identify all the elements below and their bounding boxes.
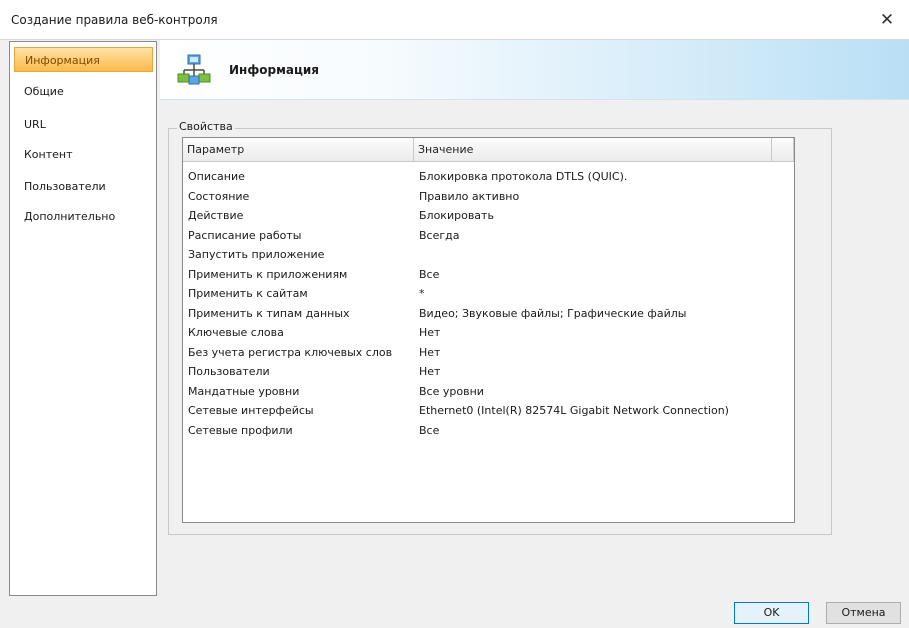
value-cell: Все уровни [419,384,484,398]
value-cell: Всегда [419,228,460,242]
value-cell: Нет [419,365,441,378]
dialog-footer: OK Отмена [0,602,909,628]
parameter-cell: Расписание работы [188,228,302,242]
sidebar-item-url[interactable]: URL [14,112,153,137]
column-header-parameter[interactable]: Параметр [183,138,414,161]
parameter-cell: Пользователи [188,365,270,378]
table-row[interactable]: Применить к приложениям Все [183,265,794,285]
parameter-cell: Без учета регистра ключевых слов [188,345,393,359]
table-row[interactable]: Применить к сайтам * [183,284,794,304]
column-divider [771,138,772,161]
parameter-cell: Сетевые интерфейсы [188,404,314,417]
value-cell: Нет [419,326,441,339]
close-icon[interactable]: ✕ [872,8,902,32]
dialog-body: Информация Общие URL Контент Пользовател… [0,40,909,602]
parameter-cell: Сетевые профили [188,423,293,437]
table-row[interactable]: Мандатные уровни Все уровни [183,382,794,402]
section-header: Информация [160,40,909,100]
ok-button[interactable]: OK [734,602,809,624]
table-header: Параметр Значение [183,138,794,162]
value-cell: * [419,287,425,300]
parameter-cell: Применить к сайтам [188,287,308,300]
parameter-cell: Ключевые слова [188,326,284,339]
sidebar-item-information[interactable]: Информация [14,47,153,72]
content-panel: Информация Свойства Параметр Значение Оп… [160,40,909,602]
sidebar: Информация Общие URL Контент Пользовател… [9,41,157,596]
table-row[interactable]: Пользователи Нет [183,362,794,382]
table-row[interactable]: Сетевые интерфейсы Ethernet0 (Intel(R) 82… [183,401,794,421]
title-bar: Создание правила веб-контроля ✕ [0,0,909,40]
value-cell [419,245,789,265]
properties-table[interactable]: Параметр Значение Описание Блокировка про… [182,137,795,523]
network-info-icon [177,54,211,85]
parameter-cell: Запустить приложение [188,248,325,261]
parameter-cell: Применить к типам данных [188,306,350,320]
value-cell: Все [419,423,440,437]
column-header-value[interactable]: Значение [414,138,794,161]
value-cell: Блокировка протокола DTLS (QUIC). [419,170,628,183]
table-row[interactable]: Действие Блокировать [183,206,794,226]
parameter-cell: Действие [188,209,244,222]
table-body: Описание Блокировка протокола DTLS (QUIC)… [183,167,794,440]
properties-group-label: Свойства [177,120,235,133]
value-cell: Ethernet0 (Intel(R) 82574L Gigabit Netwo… [419,404,729,417]
parameter-cell: Состояние [188,189,250,203]
table-row[interactable]: Запустить приложение [183,245,794,265]
value-cell: Видео; Звуковые файлы; Графические файлы [419,306,687,320]
table-row[interactable]: Расписание работы Всегда [183,226,794,246]
table-row[interactable]: Без учета регистра ключевых слов Нет [183,343,794,363]
section-title: Информация [229,63,319,77]
sidebar-item-users[interactable]: Пользователи [14,174,153,199]
window-title: Создание правила веб-контроля [11,13,218,27]
value-cell: Правило активно [419,189,520,203]
table-row[interactable]: Состояние Правило активно [183,187,794,207]
sidebar-item-advanced[interactable]: Дополнительно [14,204,153,229]
parameter-cell: Описание [188,170,245,183]
table-row[interactable]: Ключевые слова Нет [183,323,794,343]
table-row[interactable]: Описание Блокировка протокола DTLS (QUIC)… [183,167,794,187]
value-cell: Нет [419,345,441,359]
table-row[interactable]: Применить к типам данных Видео; Звуковые … [183,304,794,324]
parameter-cell: Мандатные уровни [188,384,300,398]
value-cell: Все [419,267,440,281]
table-row[interactable]: Сетевые профили Все [183,421,794,441]
sidebar-item-content[interactable]: Контент [14,142,153,167]
cancel-button[interactable]: Отмена [826,602,901,624]
sidebar-item-general[interactable]: Общие [14,79,153,104]
parameter-cell: Применить к приложениям [188,267,348,281]
value-cell: Блокировать [419,209,494,222]
